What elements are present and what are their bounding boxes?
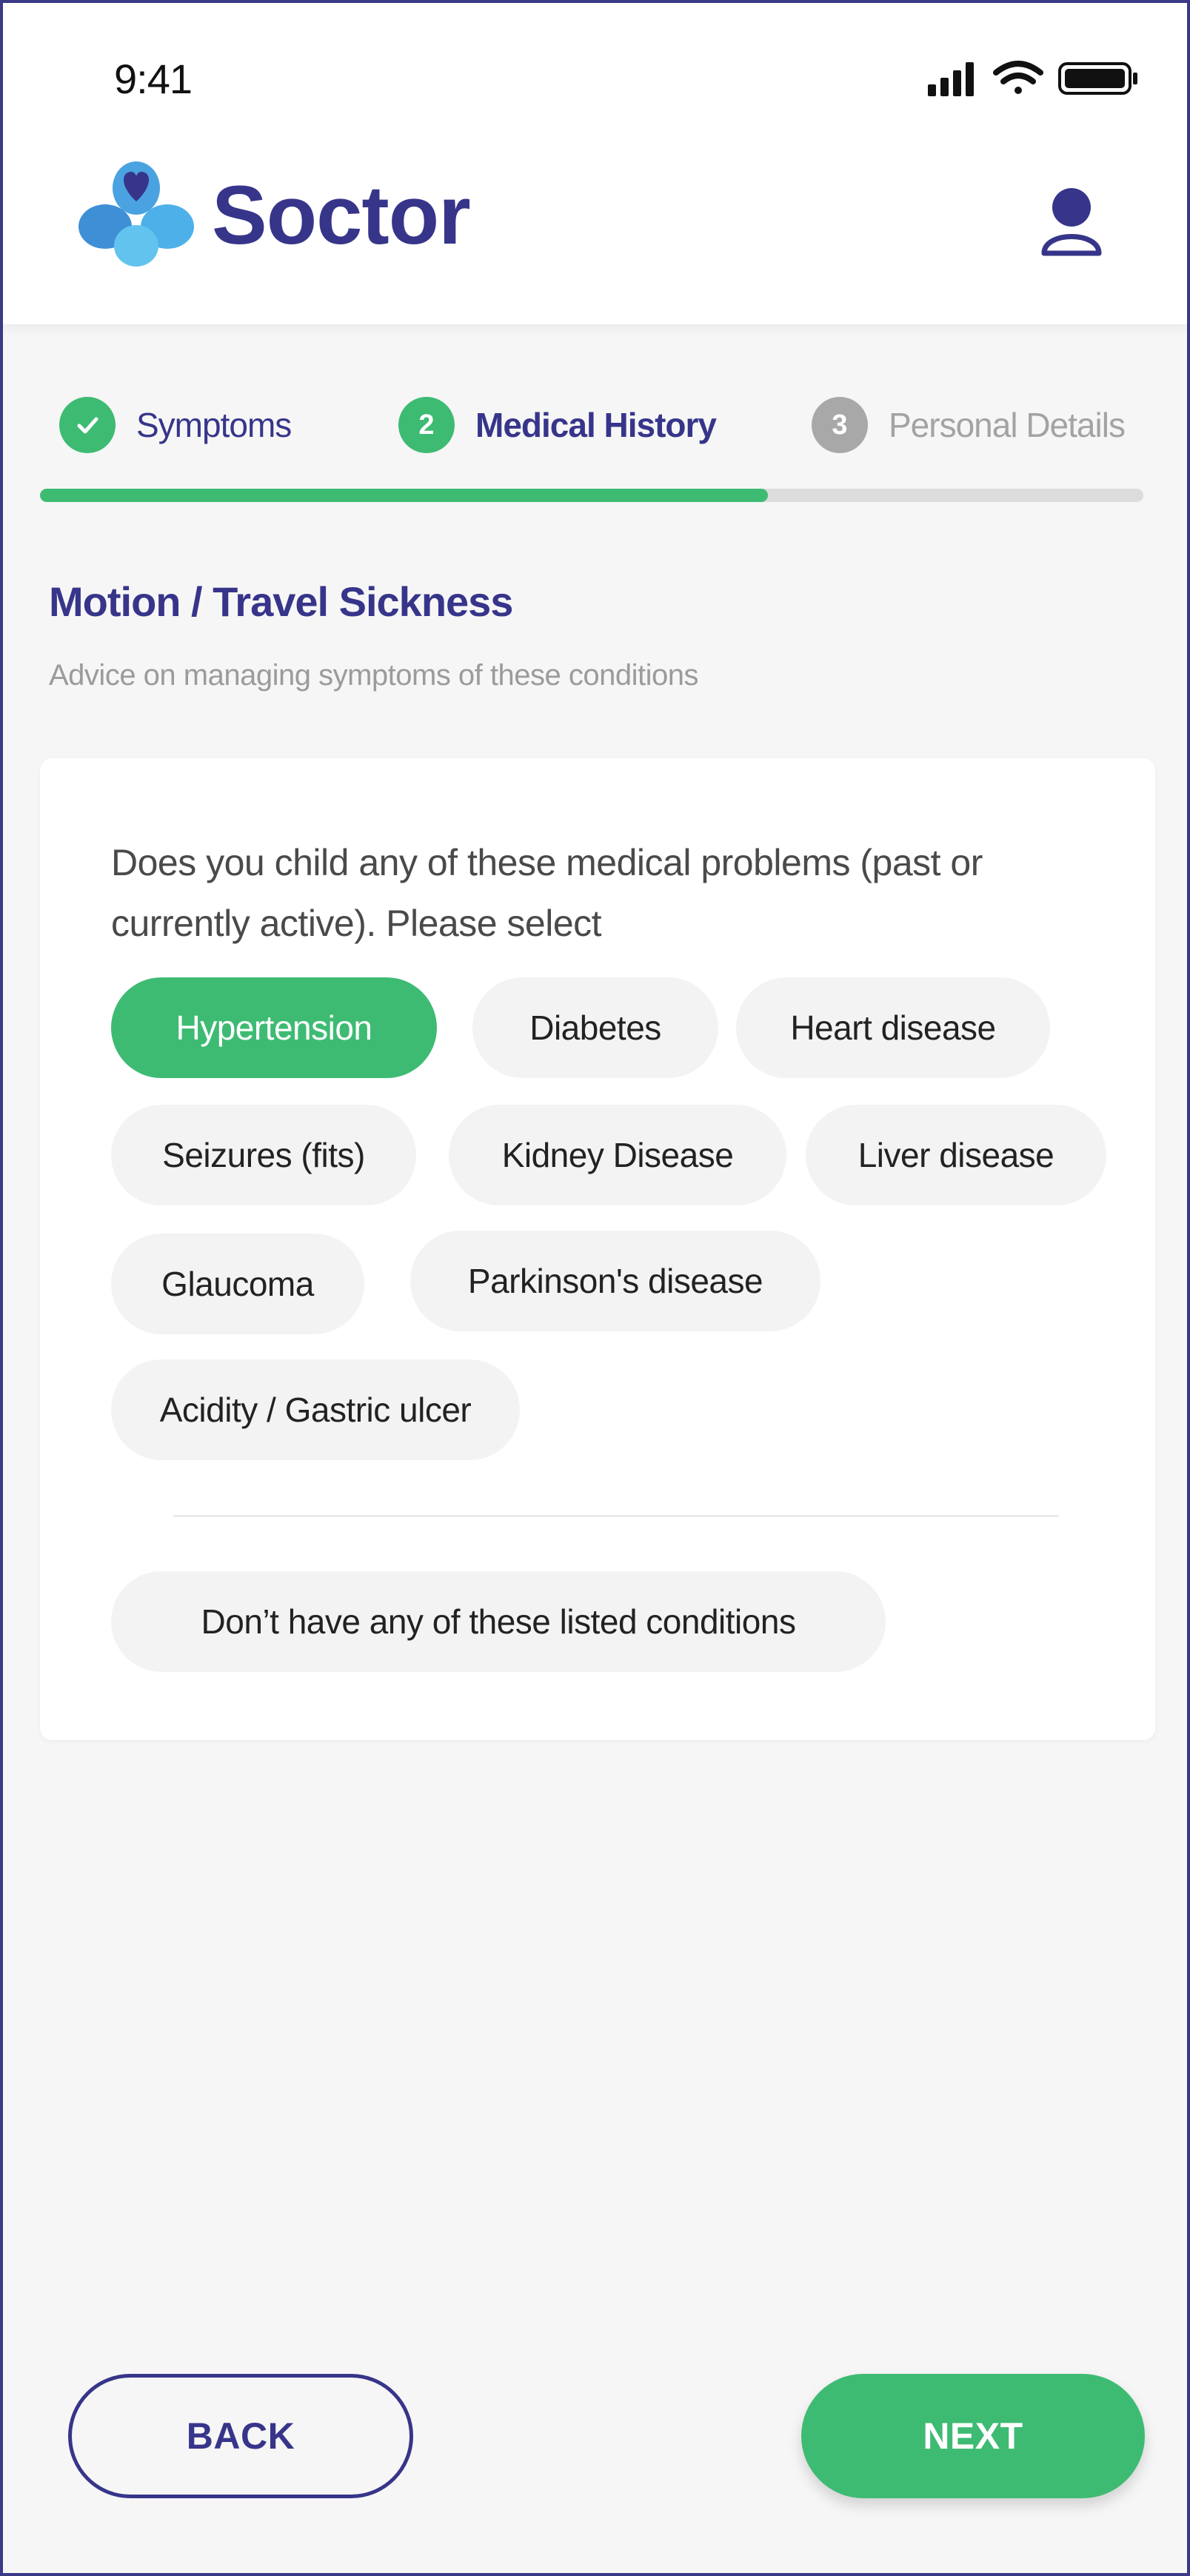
wifi-icon bbox=[993, 61, 1043, 94]
step-symptoms[interactable]: Symptoms bbox=[59, 395, 292, 455]
question-line-1: Does you child any of these medical prob… bbox=[111, 842, 983, 883]
phone-frame: 9:41 Soctor Symptoms 2 Medical History 3… bbox=[0, 0, 1190, 2576]
step-1-label: Symptoms bbox=[136, 406, 292, 444]
chip-hypertension[interactable]: Hypertension bbox=[111, 977, 437, 1078]
step-3-label: Personal Details bbox=[889, 406, 1126, 444]
next-button[interactable]: NEXT bbox=[801, 2374, 1145, 2498]
chip-diabetes[interactable]: Diabetes bbox=[472, 977, 718, 1078]
status-icons bbox=[928, 61, 1137, 96]
progress-fill bbox=[40, 489, 769, 502]
brand-name: Soctor bbox=[212, 169, 471, 261]
step-personal-details[interactable]: 3 Personal Details bbox=[812, 395, 1126, 455]
logo-icon bbox=[78, 161, 194, 267]
page-subtitle: Advice on managing symptoms of these con… bbox=[49, 659, 699, 692]
conditions-card: Does you child any of these medical prob… bbox=[40, 758, 1155, 1740]
divider bbox=[173, 1515, 1059, 1517]
chip-kidney-disease[interactable]: Kidney Disease bbox=[449, 1105, 786, 1205]
battery-icon bbox=[1058, 62, 1137, 95]
step-medical-history[interactable]: 2 Medical History bbox=[398, 395, 717, 455]
chip-heart-disease[interactable]: Heart disease bbox=[736, 977, 1050, 1078]
back-button[interactable]: BACK bbox=[68, 2374, 413, 2498]
chip-no-conditions[interactable]: Don’t have any of these listed condition… bbox=[111, 1571, 886, 1672]
app-header: 9:41 Soctor bbox=[3, 3, 1187, 324]
step-2-label: Medical History bbox=[475, 406, 717, 444]
step-1-badge bbox=[59, 397, 116, 453]
signal-icon bbox=[928, 62, 974, 96]
check-icon bbox=[77, 417, 98, 434]
chip-seizures[interactable]: Seizures (fits) bbox=[111, 1105, 416, 1205]
user-icon bbox=[1041, 188, 1102, 256]
progress-bar bbox=[40, 489, 1143, 502]
step-2-badge: 2 bbox=[398, 397, 455, 453]
chip-acidity-gastric-ulcer[interactable]: Acidity / Gastric ulcer bbox=[111, 1359, 520, 1460]
question-line-2: currently active). Please select bbox=[111, 903, 602, 944]
step-3-badge: 3 bbox=[812, 397, 868, 453]
chip-glaucoma[interactable]: Glaucoma bbox=[111, 1234, 364, 1334]
chip-parkinsons-disease[interactable]: Parkinson's disease bbox=[410, 1231, 820, 1331]
stepper: Symptoms 2 Medical History 3 Personal De… bbox=[3, 395, 1187, 455]
chip-liver-disease[interactable]: Liver disease bbox=[806, 1105, 1106, 1205]
page-title: Motion / Travel Sickness bbox=[49, 578, 513, 625]
question-text: Does you child any of these medical prob… bbox=[111, 832, 1103, 954]
status-time: 9:41 bbox=[114, 56, 193, 102]
profile-button[interactable] bbox=[1038, 185, 1105, 259]
